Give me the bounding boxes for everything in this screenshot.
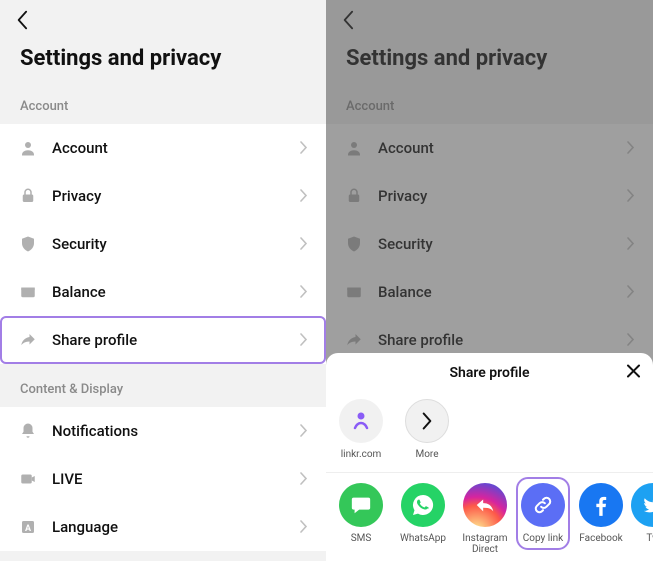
close-icon [626, 364, 641, 379]
chevron-right-icon [300, 139, 308, 158]
facebook-icon [579, 483, 623, 527]
settings-screen-left: Settings and privacy Account Account Pri… [0, 0, 326, 561]
chevron-left-icon [15, 10, 29, 30]
row-label: Security [378, 235, 627, 253]
page-title: Settings and privacy [326, 40, 653, 91]
share-option-facebook[interactable]: Facebook [576, 483, 626, 544]
share-option-label: Facebook [579, 533, 622, 544]
share-row-2: SMS WhatsApp Instagram Direct Copy link [326, 473, 653, 555]
row-balance[interactable]: Balance [0, 268, 326, 316]
row-security[interactable]: Security [0, 220, 326, 268]
back-button[interactable] [334, 6, 362, 34]
more-icon [405, 399, 449, 443]
row-label: Balance [378, 283, 627, 301]
row-security[interactable]: Security [326, 220, 653, 268]
svg-text:A: A [25, 524, 32, 534]
account-group: Account Privacy Security Balance Share p… [326, 124, 653, 364]
chevron-right-icon [300, 187, 308, 206]
section-header-content: Content & Display [0, 364, 326, 407]
person-icon [18, 138, 38, 158]
row-account[interactable]: Account [326, 124, 653, 172]
share-option-label: WhatsApp [400, 533, 446, 544]
share-option-label: SMS [351, 533, 372, 544]
chevron-right-icon [300, 422, 308, 441]
row-label: Balance [52, 283, 300, 301]
row-privacy[interactable]: Privacy [326, 172, 653, 220]
whatsapp-icon [401, 483, 445, 527]
chevron-right-icon [627, 235, 635, 254]
chevron-right-icon [627, 139, 635, 158]
row-label: LIVE [52, 470, 300, 488]
page-title: Settings and privacy [0, 40, 326, 91]
topbar [326, 0, 653, 40]
sms-icon [339, 483, 383, 527]
chevron-right-icon [627, 283, 635, 302]
share-option-label: More [415, 449, 438, 460]
language-icon: A [18, 517, 38, 537]
share-sheet-title: Share profile [450, 365, 530, 381]
shield-icon [18, 234, 38, 254]
row-share-profile[interactable]: Share profile [0, 316, 326, 364]
row-label: Language [52, 518, 300, 536]
chevron-right-icon [300, 235, 308, 254]
wallet-icon [344, 282, 364, 302]
share-sheet-header: Share profile [326, 353, 653, 393]
row-label: Share profile [378, 331, 627, 349]
chevron-right-icon [300, 331, 308, 350]
bell-icon [18, 421, 38, 441]
instagram-icon [463, 483, 507, 527]
share-option-label: Copy link [523, 533, 563, 544]
live-icon [18, 469, 38, 489]
share-option-whatsapp[interactable]: WhatsApp [398, 483, 448, 544]
share-sheet: Share profile linkr.com More [326, 353, 653, 561]
row-language[interactable]: A Language [0, 503, 326, 551]
share-icon [344, 330, 364, 350]
share-option-label: linkr.com [341, 449, 382, 460]
share-row-1: linkr.com More [326, 393, 653, 472]
chevron-right-icon [300, 283, 308, 302]
row-account[interactable]: Account [0, 124, 326, 172]
chevron-right-icon [627, 187, 635, 206]
settings-screen-right: Settings and privacy Account Account Pri… [326, 0, 653, 561]
share-option-linkr[interactable]: linkr.com [336, 399, 386, 460]
row-label: Account [378, 139, 627, 157]
content-group: Notifications LIVE A Language [0, 407, 326, 551]
row-privacy[interactable]: Privacy [0, 172, 326, 220]
lock-icon [344, 186, 364, 206]
row-label: Share profile [52, 331, 300, 349]
twitter-icon [631, 483, 653, 527]
copy-link-icon [521, 483, 565, 527]
share-icon [18, 330, 38, 350]
share-option-sms[interactable]: SMS [336, 483, 386, 544]
topbar [0, 0, 326, 40]
row-label: Account [52, 139, 300, 157]
row-label: Security [52, 235, 300, 253]
share-option-copylink[interactable]: Copy link [518, 479, 568, 548]
person-icon [344, 138, 364, 158]
share-option-twitter[interactable]: Tw [638, 483, 653, 544]
row-label: Privacy [378, 187, 627, 205]
chevron-left-icon [341, 10, 355, 30]
shield-icon [344, 234, 364, 254]
chevron-right-icon [300, 470, 308, 489]
row-balance[interactable]: Balance [326, 268, 653, 316]
share-option-label: Instagram Direct [460, 533, 510, 555]
row-live[interactable]: LIVE [0, 455, 326, 503]
chevron-right-icon [300, 518, 308, 537]
row-label: Privacy [52, 187, 300, 205]
section-header-account: Account [0, 91, 326, 124]
share-option-label: Tw [646, 533, 653, 544]
row-notifications[interactable]: Notifications [0, 407, 326, 455]
close-button[interactable] [626, 364, 641, 383]
wallet-icon [18, 282, 38, 302]
section-header-account: Account [326, 91, 653, 124]
share-option-more[interactable]: More [402, 399, 452, 460]
account-group: Account Privacy Security Balance Share p… [0, 124, 326, 364]
row-label: Notifications [52, 422, 300, 440]
back-button[interactable] [8, 6, 36, 34]
share-option-instagram[interactable]: Instagram Direct [460, 483, 510, 555]
chevron-right-icon [627, 331, 635, 350]
lock-icon [18, 186, 38, 206]
linkr-icon [339, 399, 383, 443]
